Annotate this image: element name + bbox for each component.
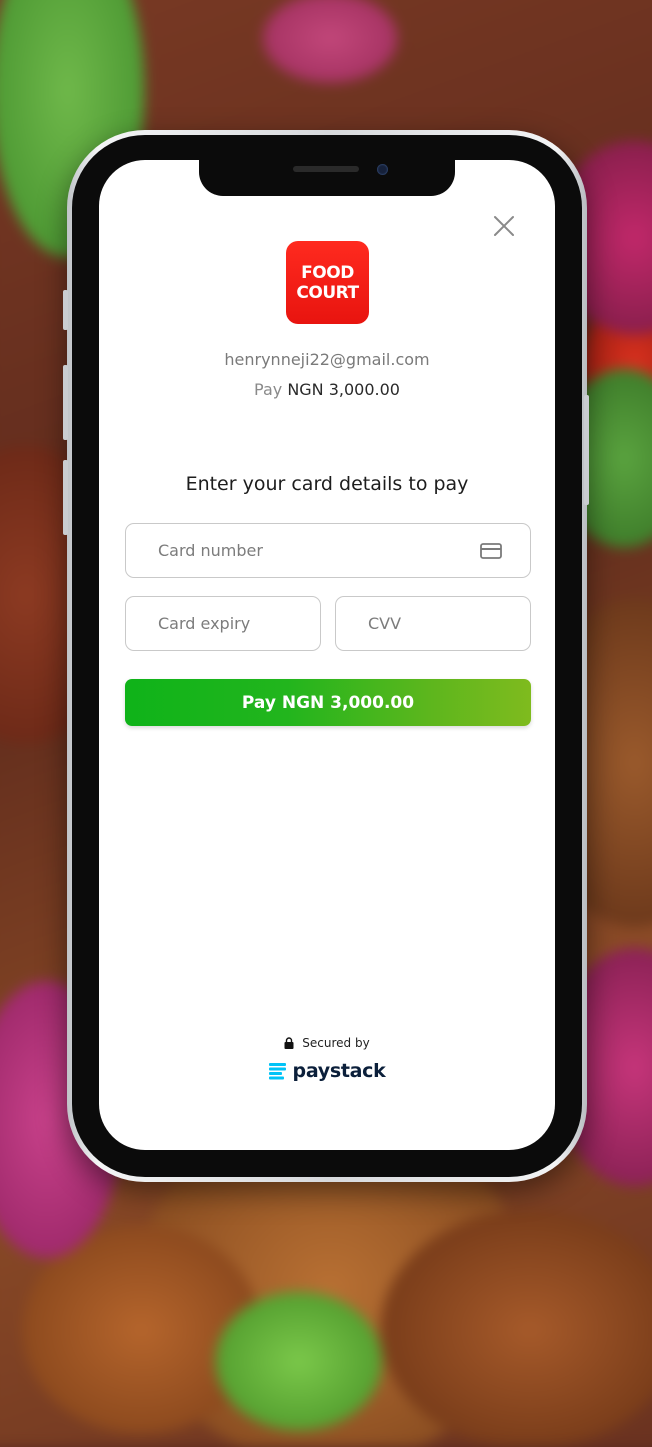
form-heading: Enter your card details to pay <box>185 473 469 495</box>
cvv-field[interactable] <box>335 596 531 651</box>
customer-email: henrynneji22@gmail.com <box>224 350 430 369</box>
paystack-brand: paystack <box>99 1060 555 1082</box>
checkout-screen: FOOD COURT henrynneji22@gmail.com Pay NG… <box>99 160 555 1150</box>
card-number-input[interactable] <box>126 541 530 560</box>
close-icon[interactable] <box>491 213 517 239</box>
pay-button[interactable]: Pay NGN 3,000.00 <box>125 679 531 726</box>
card-number-field[interactable] <box>125 523 531 578</box>
cvv-input[interactable] <box>336 614 530 633</box>
logo-line2: COURT <box>296 282 359 303</box>
phone-side-button <box>63 290 68 330</box>
logo-line1: FOOD <box>301 262 354 283</box>
phone-notch <box>199 160 455 196</box>
merchant-logo: FOOD COURT <box>286 241 369 324</box>
speaker-grille <box>293 166 359 172</box>
paystack-logo-icon <box>268 1063 286 1080</box>
credit-card-icon <box>480 543 502 559</box>
card-expiry-field[interactable] <box>125 596 321 651</box>
phone-volume-down-button <box>63 460 68 535</box>
paystack-wordmark: paystack <box>292 1060 386 1082</box>
payment-amount: NGN 3,000.00 <box>287 380 400 399</box>
front-camera <box>377 164 388 175</box>
phone-power-button <box>584 395 589 505</box>
payment-summary: Pay NGN 3,000.00 <box>99 380 555 399</box>
secured-by: Secured by <box>99 1036 555 1050</box>
pay-prefix: Pay <box>254 380 283 399</box>
card-expiry-input[interactable] <box>126 614 320 633</box>
lock-icon <box>284 1037 294 1049</box>
phone-volume-up-button <box>63 365 68 440</box>
secured-label: Secured by <box>302 1036 370 1050</box>
